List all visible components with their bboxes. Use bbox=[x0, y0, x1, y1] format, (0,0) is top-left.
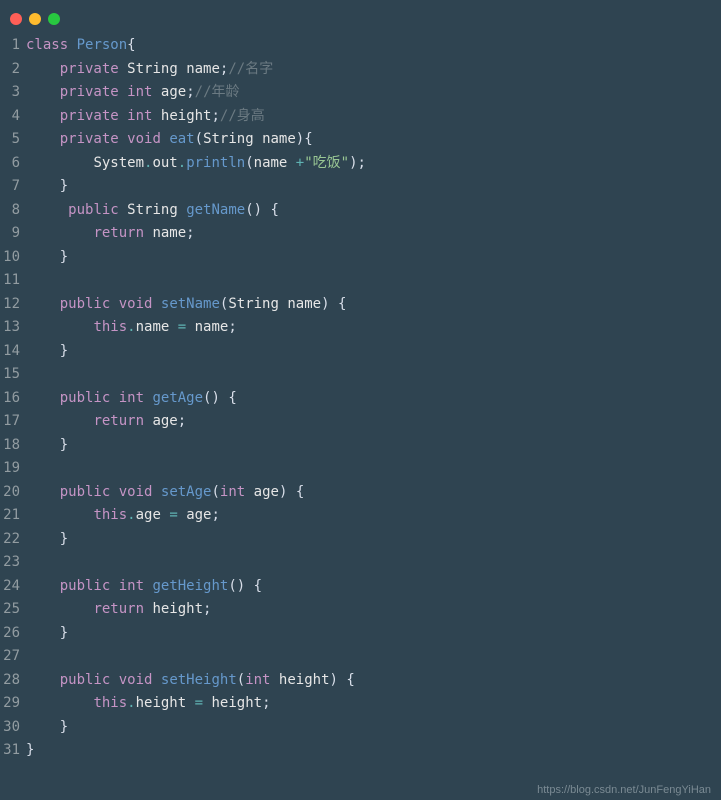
code-line[interactable]: 19 bbox=[0, 457, 721, 481]
line-content[interactable]: private int age;//年龄 bbox=[26, 81, 240, 105]
code-line[interactable]: 23 bbox=[0, 551, 721, 575]
line-content[interactable]: } bbox=[26, 622, 68, 646]
line-number: 29 bbox=[0, 692, 26, 716]
line-content[interactable]: public int getAge() { bbox=[26, 387, 237, 411]
line-content[interactable]: public String getName() { bbox=[26, 199, 279, 223]
code-line[interactable]: 20 public void setAge(int age) { bbox=[0, 481, 721, 505]
line-content[interactable]: class Person{ bbox=[26, 34, 136, 58]
code-line[interactable]: 11 bbox=[0, 269, 721, 293]
line-number: 6 bbox=[0, 152, 26, 176]
line-number: 28 bbox=[0, 669, 26, 693]
line-number: 15 bbox=[0, 363, 26, 387]
line-number: 26 bbox=[0, 622, 26, 646]
code-line[interactable]: 29 this.height = height; bbox=[0, 692, 721, 716]
code-line[interactable]: 1class Person{ bbox=[0, 34, 721, 58]
code-line[interactable]: 13 this.name = name; bbox=[0, 316, 721, 340]
line-number: 31 bbox=[0, 739, 26, 763]
line-content[interactable]: return height; bbox=[26, 598, 211, 622]
line-number: 16 bbox=[0, 387, 26, 411]
line-content[interactable]: this.name = name; bbox=[26, 316, 237, 340]
line-content[interactable]: private String name;//名字 bbox=[26, 58, 273, 82]
line-content[interactable]: public void setAge(int age) { bbox=[26, 481, 304, 505]
code-line[interactable]: 30 } bbox=[0, 716, 721, 740]
line-content[interactable]: public int getHeight() { bbox=[26, 575, 262, 599]
line-number: 30 bbox=[0, 716, 26, 740]
line-content[interactable]: } bbox=[26, 246, 68, 270]
line-content[interactable]: return age; bbox=[26, 410, 186, 434]
code-line[interactable]: 2 private String name;//名字 bbox=[0, 58, 721, 82]
code-line[interactable]: 28 public void setHeight(int height) { bbox=[0, 669, 721, 693]
code-line[interactable]: 6 System.out.println(name +"吃饭"); bbox=[0, 152, 721, 176]
code-line[interactable]: 24 public int getHeight() { bbox=[0, 575, 721, 599]
code-line[interactable]: 14 } bbox=[0, 340, 721, 364]
line-number: 17 bbox=[0, 410, 26, 434]
code-line[interactable]: 8 public String getName() { bbox=[0, 199, 721, 223]
line-content[interactable]: System.out.println(name +"吃饭"); bbox=[26, 152, 366, 176]
code-line[interactable]: 4 private int height;//身高 bbox=[0, 105, 721, 129]
minimize-icon[interactable] bbox=[29, 13, 41, 25]
line-content[interactable]: } bbox=[26, 175, 68, 199]
code-line[interactable]: 31} bbox=[0, 739, 721, 763]
code-line[interactable]: 9 return name; bbox=[0, 222, 721, 246]
code-line[interactable]: 25 return height; bbox=[0, 598, 721, 622]
code-line[interactable]: 22 } bbox=[0, 528, 721, 552]
line-number: 23 bbox=[0, 551, 26, 575]
line-number: 22 bbox=[0, 528, 26, 552]
line-number: 4 bbox=[0, 105, 26, 129]
line-number: 9 bbox=[0, 222, 26, 246]
line-number: 2 bbox=[0, 58, 26, 82]
code-line[interactable]: 18 } bbox=[0, 434, 721, 458]
line-content[interactable]: } bbox=[26, 739, 34, 763]
code-line[interactable]: 3 private int age;//年龄 bbox=[0, 81, 721, 105]
line-number: 11 bbox=[0, 269, 26, 293]
code-line[interactable]: 17 return age; bbox=[0, 410, 721, 434]
line-number: 7 bbox=[0, 175, 26, 199]
line-content[interactable]: } bbox=[26, 434, 68, 458]
line-content[interactable]: public void setHeight(int height) { bbox=[26, 669, 355, 693]
watermark: https://blog.csdn.net/JunFengYiHan bbox=[537, 784, 711, 796]
code-line[interactable]: 27 bbox=[0, 645, 721, 669]
line-number: 24 bbox=[0, 575, 26, 599]
line-number: 19 bbox=[0, 457, 26, 481]
code-area[interactable]: 1class Person{2 private String name;//名字… bbox=[0, 30, 721, 763]
line-number: 5 bbox=[0, 128, 26, 152]
line-content[interactable]: } bbox=[26, 716, 68, 740]
line-content[interactable]: public void setName(String name) { bbox=[26, 293, 346, 317]
code-line[interactable]: 26 } bbox=[0, 622, 721, 646]
line-content[interactable]: private void eat(String name){ bbox=[26, 128, 313, 152]
line-content[interactable]: this.height = height; bbox=[26, 692, 271, 716]
line-number: 14 bbox=[0, 340, 26, 364]
code-line[interactable]: 15 bbox=[0, 363, 721, 387]
code-line[interactable]: 12 public void setName(String name) { bbox=[0, 293, 721, 317]
line-number: 13 bbox=[0, 316, 26, 340]
code-line[interactable]: 7 } bbox=[0, 175, 721, 199]
line-number: 1 bbox=[0, 34, 26, 58]
line-number: 3 bbox=[0, 81, 26, 105]
line-number: 18 bbox=[0, 434, 26, 458]
line-content[interactable]: } bbox=[26, 528, 68, 552]
code-line[interactable]: 21 this.age = age; bbox=[0, 504, 721, 528]
line-content[interactable]: return name; bbox=[26, 222, 195, 246]
code-line[interactable]: 16 public int getAge() { bbox=[0, 387, 721, 411]
line-content[interactable]: } bbox=[26, 340, 68, 364]
line-number: 27 bbox=[0, 645, 26, 669]
code-line[interactable]: 10 } bbox=[0, 246, 721, 270]
line-number: 10 bbox=[0, 246, 26, 270]
zoom-icon[interactable] bbox=[48, 13, 60, 25]
line-number: 8 bbox=[0, 199, 26, 223]
close-icon[interactable] bbox=[10, 13, 22, 25]
line-number: 20 bbox=[0, 481, 26, 505]
line-number: 21 bbox=[0, 504, 26, 528]
line-number: 25 bbox=[0, 598, 26, 622]
line-content[interactable]: private int height;//身高 bbox=[26, 105, 265, 129]
line-content[interactable]: this.age = age; bbox=[26, 504, 220, 528]
code-editor: 1class Person{2 private String name;//名字… bbox=[0, 0, 721, 763]
window-titlebar bbox=[0, 8, 721, 30]
line-number: 12 bbox=[0, 293, 26, 317]
code-line[interactable]: 5 private void eat(String name){ bbox=[0, 128, 721, 152]
